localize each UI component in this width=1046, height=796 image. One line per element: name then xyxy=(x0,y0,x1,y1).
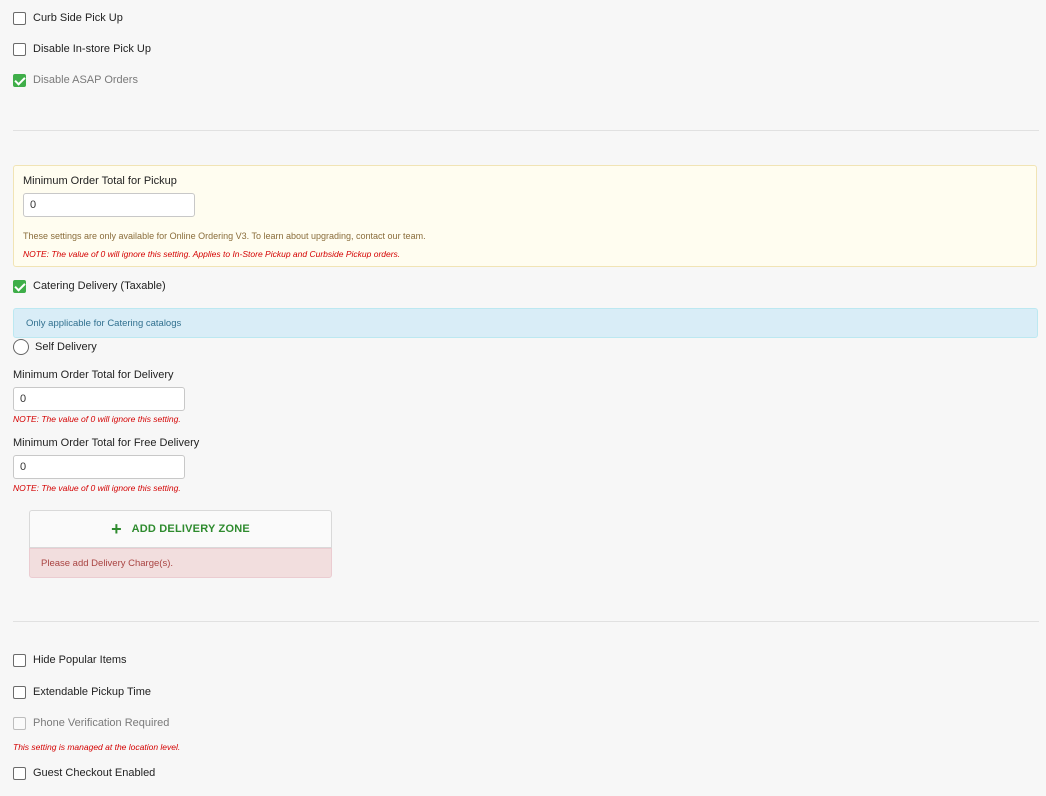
free-delivery-minimum-note: NOTE: The value of 0 will ignore this se… xyxy=(13,483,181,493)
self-delivery-label: Self Delivery xyxy=(35,341,97,353)
curb-side-pickup-label: Curb Side Pick Up xyxy=(33,12,123,24)
catering-delivery-option[interactable]: Catering Delivery (Taxable) xyxy=(13,278,166,294)
delivery-minimum-label: Minimum Order Total for Delivery xyxy=(13,369,174,381)
free-delivery-minimum-input[interactable]: 0 xyxy=(13,455,185,479)
disable-instore-pickup-label: Disable In-store Pick Up xyxy=(33,43,151,55)
disable-instore-pickup-option[interactable]: Disable In-store Pick Up xyxy=(13,41,151,57)
disable-instore-pickup-checkbox[interactable] xyxy=(13,42,26,56)
hide-popular-items-option[interactable]: Hide Popular Items xyxy=(13,652,127,668)
section-divider xyxy=(13,130,1039,131)
self-delivery-radio[interactable] xyxy=(13,339,29,355)
guest-checkout-label: Guest Checkout Enabled xyxy=(33,767,156,779)
pickup-minimum-note: NOTE: The value of 0 will ignore this se… xyxy=(23,249,401,259)
phone-verification-option: Phone Verification Required xyxy=(13,715,169,731)
pickup-minimum-input[interactable]: 0 xyxy=(23,193,195,217)
phone-verification-checkbox xyxy=(13,716,26,730)
pickup-minimum-panel: Minimum Order Total for Pickup 0 These s… xyxy=(13,165,1037,267)
add-delivery-zone-label: ADD DELIVERY ZONE xyxy=(131,523,250,535)
delivery-charge-error-text: Please add Delivery Charge(s). xyxy=(41,558,174,569)
extendable-pickup-time-option[interactable]: Extendable Pickup Time xyxy=(13,684,151,700)
add-delivery-zone-button[interactable]: + ADD DELIVERY ZONE xyxy=(29,510,332,548)
pickup-minimum-label: Minimum Order Total for Pickup xyxy=(23,175,177,187)
catering-info-alert: Only applicable for Catering catalogs xyxy=(13,308,1038,338)
delivery-minimum-input[interactable]: 0 xyxy=(13,387,185,411)
catering-info-text: Only applicable for Catering catalogs xyxy=(26,318,182,329)
catering-delivery-checkbox[interactable] xyxy=(13,279,26,293)
catering-delivery-label: Catering Delivery (Taxable) xyxy=(33,280,166,292)
guest-checkout-option[interactable]: Guest Checkout Enabled xyxy=(13,765,155,781)
curb-side-pickup-checkbox[interactable] xyxy=(13,11,26,25)
hide-popular-items-label: Hide Popular Items xyxy=(33,654,127,666)
hide-popular-items-checkbox[interactable] xyxy=(13,653,26,667)
disable-asap-orders-label: Disable ASAP Orders xyxy=(33,74,138,86)
delivery-charge-error-alert: Please add Delivery Charge(s). xyxy=(29,548,332,578)
phone-verification-label: Phone Verification Required xyxy=(33,717,170,729)
delivery-minimum-note: NOTE: The value of 0 will ignore this se… xyxy=(13,414,181,424)
guest-checkout-checkbox[interactable] xyxy=(13,766,26,780)
section-divider xyxy=(13,621,1039,622)
curb-side-pickup-option[interactable]: Curb Side Pick Up xyxy=(13,10,123,26)
free-delivery-minimum-label: Minimum Order Total for Free Delivery xyxy=(13,437,200,449)
disable-asap-orders-checkbox[interactable] xyxy=(13,73,26,87)
disable-asap-orders-option[interactable]: Disable ASAP Orders xyxy=(13,72,138,88)
phone-verification-note: This setting is managed at the location … xyxy=(13,742,181,752)
extendable-pickup-time-label: Extendable Pickup Time xyxy=(33,686,152,698)
v3-availability-text: These settings are only available for On… xyxy=(23,231,426,241)
plus-icon: + xyxy=(111,519,122,539)
extendable-pickup-time-checkbox[interactable] xyxy=(13,685,26,699)
